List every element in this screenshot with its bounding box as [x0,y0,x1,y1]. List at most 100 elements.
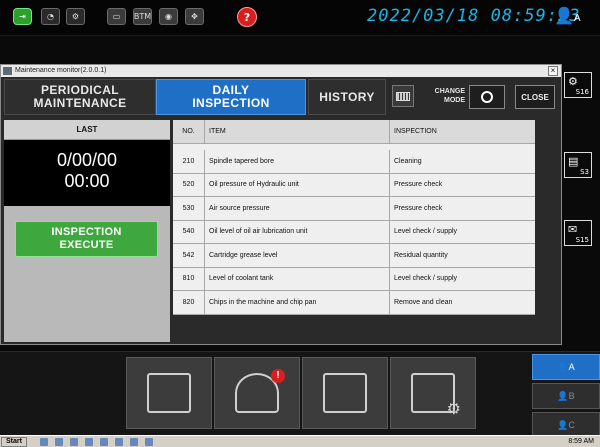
inspection-execute-button[interactable]: INSPECTION EXECUTE [15,221,158,257]
row-no: 810 [173,267,205,290]
settings-window-button[interactable]: ⚙ [390,357,476,429]
s3-label: S3 [580,168,589,176]
table-scrollbar[interactable] [535,120,555,314]
taskbar-app-icon[interactable] [130,438,138,446]
machine-button[interactable] [126,357,212,429]
circle-icon [481,91,493,103]
taskbar-app-icon[interactable] [55,438,63,446]
bottom-bar [0,351,600,435]
user-label: A [573,13,581,24]
inspection-table: NO. ITEM INSPECTION 210 Spindle tapered … [173,120,535,315]
taskbar-app-icon[interactable] [40,438,48,446]
close-icon[interactable]: × [548,66,558,76]
row-no: 520 [173,173,205,196]
s16-glyph-icon: ⚙ [568,75,578,88]
s3-icon[interactable]: ▤ S3 [564,152,592,178]
tab-daily-inspection[interactable]: DAILY INSPECTION [156,79,306,115]
row-inspection: Level check / supply [394,275,458,283]
row-item: Oil level of oil air lubrication unit [205,220,390,243]
table-row[interactable]: 520 Oil pressure of Hydraulic unit Press… [173,173,535,197]
row-item: Oil pressure of Hydraulic unit [205,173,390,196]
taskbar-app-icon[interactable] [145,438,153,446]
row-no: 210 [173,150,205,173]
tab-periodical-label: PERIODICAL MAINTENANCE [33,83,127,110]
last-time: 00:00 [64,171,110,191]
tray-clock: 8:59 AM [568,438,594,445]
datetime-display: 2022/03/18 08:59:23 [367,6,581,26]
help-label: ? [243,10,251,24]
taskbar-app-icon[interactable] [70,438,78,446]
tab-history-label: HISTORY [319,89,375,104]
s15-icon[interactable]: ✉ S15 [564,220,592,246]
table-row[interactable]: 810 Level of coolant tank Level check / … [173,267,535,291]
row-item: Chips in the machine and chip pan [205,291,390,314]
maintenance-button[interactable]: ! [214,357,300,429]
user-tab-b[interactable]: 👤 B [532,383,600,409]
s3-glyph-icon: ▤ [568,155,579,168]
user-b-icon: 👤 [557,390,569,401]
table-row[interactable]: 540 Oil level of oil air lubrication uni… [173,220,535,244]
user-tab-a[interactable]: 👤 A [532,354,600,380]
s16-label: S16 [575,88,589,96]
row-item: Cartridge grease level [205,244,390,267]
gauge-icon[interactable]: ◔ [41,8,60,25]
row-item: Spindle tapered bore [205,150,390,173]
s16-icon[interactable]: ⚙ S16 [564,72,592,98]
row-item: Air source pressure [205,197,390,220]
btm-icon[interactable]: BTM [133,8,152,25]
row-item: Level of coolant tank [205,267,390,290]
screen: ⇥ ◔ ⚙ ▭ BTM ◉ ✥ ? 2022/03/18 08:59:23 👤A… [0,0,600,447]
keyboard-button[interactable] [392,85,414,107]
table-row[interactable]: 542 Cartridge grease level Residual quan… [173,244,535,268]
table-row[interactable]: 530 Air source pressure Pressure check [173,197,535,221]
monitor-icon[interactable]: ▭ [107,8,126,25]
row-no: 530 [173,197,205,220]
change-mode-button[interactable] [469,85,505,109]
maintenance-monitor-dialog: Maintenance monitor(2.0.0.1) × PERIODICA… [0,64,562,345]
taskbar-app-icon[interactable] [85,438,93,446]
row-inspection: Cleaning [394,157,422,165]
monitor-panel-icon [323,373,367,413]
user-a-icon: 👤 [557,361,569,372]
row-inspection: Residual quantity [394,251,448,259]
table-row[interactable]: 210 Spindle tapered bore Cleaning [173,150,535,174]
inspection-execute-label: INSPECTION EXECUTE [51,226,122,251]
gear-icon: ⚙ [446,401,461,418]
tab-periodical-maintenance[interactable]: PERIODICAL MAINTENANCE [4,79,156,115]
monitor-panel-button[interactable] [302,357,388,429]
user-b-label: B [568,391,575,401]
user-indicator[interactable]: 👤A [554,6,581,26]
last-heading: LAST [4,120,170,140]
machine-icon [147,373,191,413]
help-icon[interactable]: ? [237,7,257,27]
close-button[interactable]: CLOSE [515,85,555,109]
user-c-label: C [568,420,575,430]
resize-icon[interactable]: ✥ [185,8,204,25]
last-datetime-box: 0/00/00 00:00 [4,140,170,206]
dialog-title-bar[interactable]: Maintenance monitor(2.0.0.1) × [1,65,561,77]
tab-history[interactable]: HISTORY [308,79,386,115]
taskbar-app-icon[interactable] [115,438,123,446]
row-inspection: Pressure check [394,181,443,189]
user-a-label: A [568,362,575,372]
row-no: 542 [173,244,205,267]
s15-glyph-icon: ✉ [568,223,578,236]
settings-window-icon: ⚙ [411,373,461,418]
camera-icon[interactable]: ◉ [159,8,178,25]
row-inspection: Level check / supply [394,228,458,236]
dialog-title: Maintenance monitor(2.0.0.1) [15,67,107,74]
user-icon: 👤 [554,8,574,25]
keyboard-icon [396,91,410,101]
last-date: 0/00/00 [56,150,118,170]
table-row[interactable]: 820 Chips in the machine and chip pan Re… [173,291,535,315]
header-item: ITEM [205,120,390,143]
start-button[interactable]: Start [1,437,27,447]
last-inspection-panel: LAST 0/00/00 00:00 INSPECTION EXECUTE [4,120,170,342]
change-mode-label: CHANGE MODE [434,88,465,104]
taskbar-app-icon[interactable] [100,438,108,446]
tab-daily-label: DAILY INSPECTION [192,83,270,110]
header-inspection: INSPECTION [394,127,437,135]
header-no: NO. [173,120,205,143]
exit-icon[interactable]: ⇥ [13,8,32,25]
spindle-icon[interactable]: ⚙ [66,8,85,25]
